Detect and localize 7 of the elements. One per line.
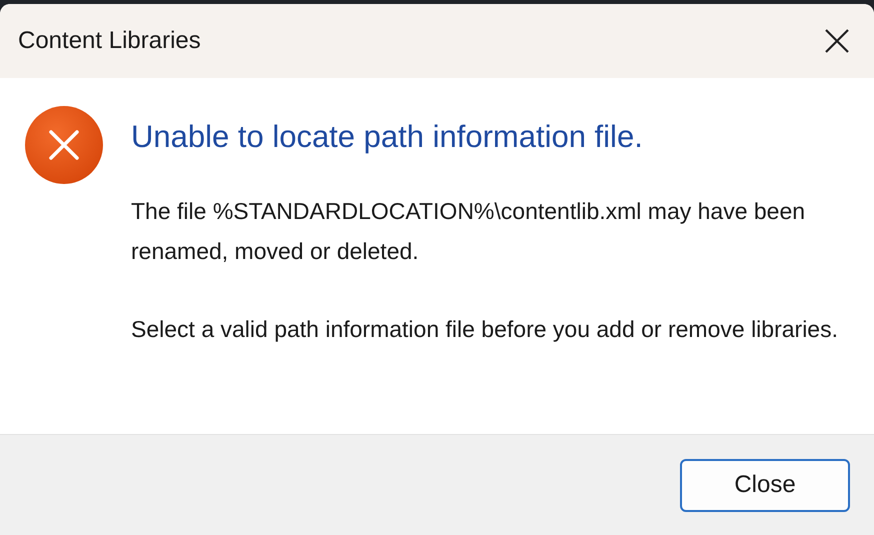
close-icon[interactable] xyxy=(824,28,850,54)
message-text: The file %STANDARDLOCATION%\contentlib.xml may have been renamed, moved or deleted. xyxy=(131,197,806,266)
message-text: Select a valid path information file before you add or remove libraries. xyxy=(131,315,839,344)
message-heading: Unable to locate path information file. xyxy=(131,119,644,155)
window-title: Content Libraries xyxy=(18,27,201,55)
close-button[interactable]: Close xyxy=(680,458,850,512)
error-icon xyxy=(24,105,104,185)
